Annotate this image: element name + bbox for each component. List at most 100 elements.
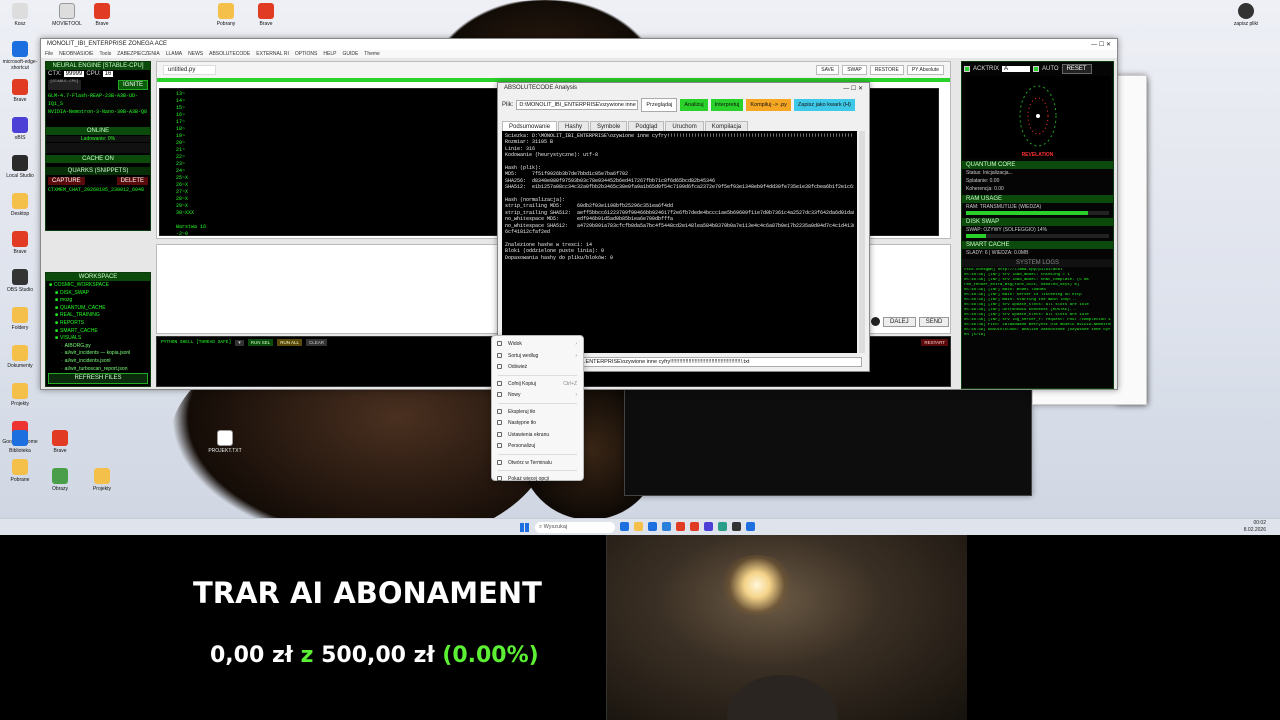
browse-button[interactable]: Przeglądaj [641, 98, 678, 112]
desktop-icon[interactable]: Local Studio [0, 155, 40, 179]
desktop-icon[interactable]: Projekty [0, 383, 40, 407]
save-quark-button[interactable]: Zapisz jako kwark (H) [793, 99, 855, 111]
tree-file[interactable]: · ai/wir_incidents.jsonl [49, 358, 147, 366]
menu-item[interactable]: LLAMA [166, 51, 182, 57]
desktop-icon-brave-top[interactable]: Brave [82, 3, 122, 27]
desktop-icon[interactable]: Foldery [0, 307, 40, 331]
cpu-input[interactable]: 16 [102, 71, 114, 77]
desktop-icon[interactable]: Obrazy [40, 468, 80, 492]
tree-folder[interactable]: ■ REAL_TRAINING [49, 312, 147, 320]
model-item[interactable]: NVIDIA-Nemotron-3-Nano-30B-A3B-Q8 [48, 108, 148, 116]
window-controls[interactable]: — ☐ ✕ [1091, 41, 1111, 48]
reset-button[interactable]: RESET [1061, 64, 1092, 74]
menu-item[interactable]: OPTIONS [295, 51, 318, 57]
system-logs[interactable]: tsck.consg@R] http://llama.cpp/pilui/acb… [962, 267, 1113, 337]
analyzer-scrollbar[interactable] [859, 131, 865, 353]
acktrix-input[interactable]: A [1002, 66, 1031, 72]
ctx-input[interactable]: 99999 [63, 71, 85, 77]
model-item[interactable]: GLM-4.7-Flash-REAP-23B-A3B-UD-IQ1_S [48, 92, 148, 108]
context-menu-item[interactable]: Sortuj według › [492, 350, 583, 362]
menu-item[interactable]: NEWS [188, 51, 203, 57]
start-button[interactable] [520, 523, 529, 532]
menu-item[interactable]: NEOBNASIOIE [59, 51, 93, 57]
analyzer-window-controls[interactable]: — ☐ ✕ [843, 85, 863, 92]
context-menu-item[interactable]: Otwórz w Terminalu [492, 457, 583, 469]
desktop-icon[interactable]: Projekty [82, 468, 122, 492]
tree-file[interactable]: · AIBORG.py [49, 343, 147, 351]
menu-item[interactable]: ABSOLUTECODE [209, 51, 250, 57]
taskbar-app-icon[interactable] [704, 522, 713, 531]
restart-button[interactable]: RESTART [921, 339, 948, 346]
analyzer-dialog[interactable]: ABSOLUTECODE Analysis — ☐ ✕ Plik: D:\MON… [497, 82, 870, 372]
desktop-icon-projekt-txt[interactable]: PROJEKT.TXT [205, 430, 245, 454]
menu-item[interactable]: Theme [364, 51, 380, 57]
desktop-icon[interactable]: Biblioteka [0, 430, 40, 454]
taskbar-app-icon[interactable] [620, 522, 629, 531]
delete-button[interactable]: DELETE [116, 177, 148, 185]
context-menu-item[interactable]: Cofnij Kopiuj Ctrl+Z [492, 378, 583, 390]
tree-folder[interactable]: ■ VISUALS [49, 335, 147, 343]
ignite-button[interactable]: IGNITE [117, 80, 148, 90]
desktop-icon[interactable]: oBIS [0, 117, 40, 141]
context-menu-item[interactable]: Widok › [492, 338, 583, 350]
taskbar-app-icon[interactable] [676, 522, 685, 531]
tree-folder[interactable]: ■ QUANTUM_CACHE [49, 305, 147, 313]
path-bar[interactable]: .ENTERPRISE\ozywione inne cyfry!!!!!!!!!… [580, 357, 862, 367]
context-menu-item[interactable]: Odśwież [492, 361, 583, 373]
plik-input[interactable]: D:\MONOLIT_IBI_ENTERPRISE\ozywione inne … [516, 100, 639, 110]
background-dark-window[interactable] [624, 380, 1032, 496]
context-menu-item[interactable]: Następne tło [492, 417, 583, 429]
desktop-icon[interactable]: Kosz [0, 3, 40, 27]
capture-button[interactable]: CAPTURE [48, 177, 85, 185]
file-tab[interactable]: untitled.py [163, 65, 217, 75]
dalej-button[interactable]: DALEJ [883, 317, 916, 327]
run-all-button[interactable]: RUN ALL [277, 339, 303, 346]
context-menu-item[interactable]: Personalizuj [492, 440, 583, 452]
taskbar-app-icon[interactable] [718, 522, 727, 531]
tree-folder[interactable]: ■ REPORTS [49, 320, 147, 328]
taskbar-app-icon[interactable] [662, 522, 671, 531]
analyzer-titlebar[interactable]: ABSOLUTECODE Analysis — ☐ ✕ [498, 83, 869, 94]
desktop-icon[interactable]: Pobrane [0, 459, 40, 483]
desktop-icon[interactable]: Dokumenty [0, 345, 40, 369]
context-menu-item[interactable]: Ustawienia ekranu [492, 429, 583, 441]
shell-dropdown[interactable]: ▾ [235, 339, 244, 346]
taskbar-app-icon[interactable] [690, 522, 699, 531]
editor-toolbar-button[interactable]: RESTORE [869, 65, 904, 75]
menu-item[interactable]: HELP [323, 51, 336, 57]
main-window-titlebar[interactable]: MONOLIT_IBI_ENTERPRISE ZONEGA ACE — ☐ ✕ [41, 39, 1117, 50]
send-button[interactable]: SEND [918, 317, 950, 327]
compile-button[interactable]: Kompiluj -> .py [746, 99, 791, 111]
menu-item[interactable]: Tools [100, 51, 112, 57]
menu-item[interactable]: EXTERNAL RI [256, 51, 289, 57]
desktop-icon[interactable]: Desktop [0, 193, 40, 217]
tree-folder[interactable]: ■ mozg [49, 297, 147, 305]
interpret-button[interactable]: Interpretuj [710, 99, 744, 111]
desktop-icon[interactable]: microsoft-edge-shortcut [0, 41, 40, 71]
desktop-icon[interactable]: Brave [0, 79, 40, 103]
desktop-icon-pobrany[interactable]: Pobrany [206, 3, 246, 27]
context-menu-item[interactable]: Pokaż więcej opcji [492, 473, 583, 485]
taskbar-app-icon[interactable] [746, 522, 755, 531]
snippet-item[interactable]: CTXMEM_CHAT_20260105_230012_6048 [46, 187, 150, 193]
context-menu-item[interactable]: Ekspleruj tło [492, 406, 583, 418]
menu-item[interactable]: GUIDE [342, 51, 358, 57]
editor-toolbar-button[interactable]: SWAP [842, 65, 867, 75]
tree-file[interactable]: · ai/wir_turboscan_report.json [49, 366, 147, 374]
editor-toolbar-button[interactable]: SAVE [816, 65, 840, 75]
menu-item[interactable]: ZABEZPIECZENIA [117, 51, 160, 57]
desktop[interactable]: Kosz microsoft-edge-shortcut Brave oBIS Loca… [0, 0, 1280, 535]
context-menu-item[interactable]: Nowy › [492, 389, 583, 401]
system-tray[interactable]: 00:02 8.02.2026 [1244, 520, 1266, 534]
desktop-icon[interactable]: Brave [0, 231, 40, 255]
desktop-icon[interactable]: Brave [40, 430, 80, 454]
tree-folder[interactable]: ■ SMART_CACHE [49, 328, 147, 336]
acktrix-checkbox[interactable] [964, 66, 970, 72]
editor-toolbar-button[interactable]: PY Absolute [906, 65, 944, 75]
model-list[interactable]: GLM-4.7-Flash-REAP-23B-A3B-UD-IQ1_S NVID… [46, 92, 150, 116]
tree-folder[interactable]: ■ COSMIC_WORKSPACE [49, 282, 147, 290]
taskbar-app-icon[interactable] [732, 522, 741, 531]
run-sel-button[interactable]: RUN SEL [247, 339, 274, 346]
analyze-button[interactable]: Analizuj [680, 99, 708, 111]
menu-item[interactable]: File [45, 51, 53, 57]
